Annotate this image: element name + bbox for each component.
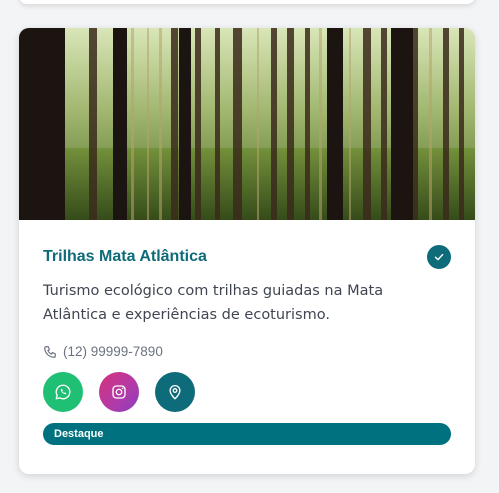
- previous-card: [19, 0, 475, 4]
- check-icon: [434, 253, 444, 261]
- business-card[interactable]: Trilhas Mata Atlântica Turismo ecológico…: [19, 28, 475, 474]
- phone-number: (12) 99999-7890: [63, 344, 163, 359]
- business-title: Trilhas Mata Atlântica: [43, 248, 207, 265]
- whatsapp-button[interactable]: [43, 372, 83, 412]
- forest-photo: [19, 28, 475, 220]
- map-pin-icon: [169, 385, 181, 400]
- location-button[interactable]: [155, 372, 195, 412]
- social-links: [43, 372, 451, 412]
- whatsapp-icon: [55, 384, 71, 400]
- phone-row[interactable]: (12) 99999-7890: [43, 344, 451, 359]
- business-description: Turismo ecológico com trilhas guiadas na…: [43, 283, 384, 323]
- instagram-icon: [112, 385, 126, 399]
- featured-badge: Destaque: [43, 423, 451, 445]
- verified-badge: [427, 245, 451, 269]
- instagram-button[interactable]: [99, 372, 139, 412]
- phone-icon: [43, 345, 57, 359]
